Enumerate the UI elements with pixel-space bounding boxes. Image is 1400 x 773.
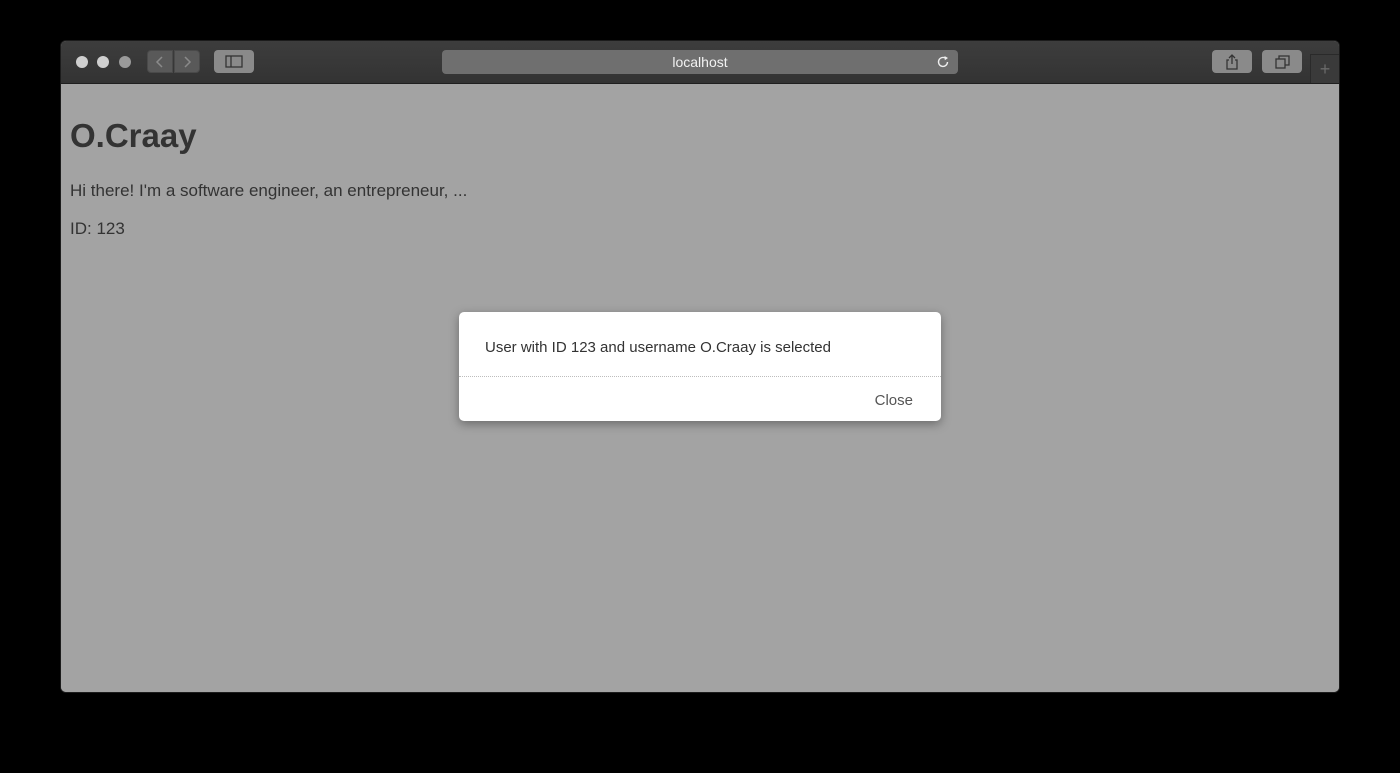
new-tab-button[interactable]: + [1310, 54, 1339, 83]
chevron-left-icon [155, 55, 163, 68]
sidebar-toggle-button[interactable] [214, 50, 254, 73]
plus-icon: + [1319, 58, 1331, 79]
address-bar[interactable]: localhost [442, 50, 958, 74]
share-button[interactable] [1212, 50, 1252, 73]
url-text: localhost [672, 54, 728, 70]
tabs-overview-icon [1274, 54, 1290, 69]
share-icon [1226, 53, 1238, 70]
page-title: O.Craay [70, 117, 197, 154]
browser-toolbar: localhost + [61, 41, 1339, 84]
minimize-window-button[interactable] [97, 56, 109, 68]
close-window-button[interactable] [76, 56, 88, 68]
chevron-right-icon [184, 55, 192, 68]
browser-window: localhost + O.Craay Hi there! I'm a soft… [61, 41, 1339, 692]
zoom-window-button[interactable] [119, 56, 131, 68]
page-content: O.Craay Hi there! I'm a software enginee… [61, 84, 1339, 692]
forward-button[interactable] [174, 50, 200, 73]
back-button[interactable] [147, 50, 173, 73]
bio-text: Hi there! I'm a software engineer, an en… [70, 181, 468, 200]
dialog-message: User with ID 123 and username O.Craay is… [485, 339, 831, 356]
sidebar-icon [225, 55, 243, 68]
alert-dialog: User with ID 123 and username O.Craay is… [459, 312, 941, 421]
reload-icon[interactable] [936, 55, 950, 69]
dialog-divider [459, 376, 941, 377]
user-id-text: ID: 123 [70, 219, 125, 238]
tabs-overview-button[interactable] [1262, 50, 1302, 73]
close-button[interactable]: Close [875, 392, 913, 409]
